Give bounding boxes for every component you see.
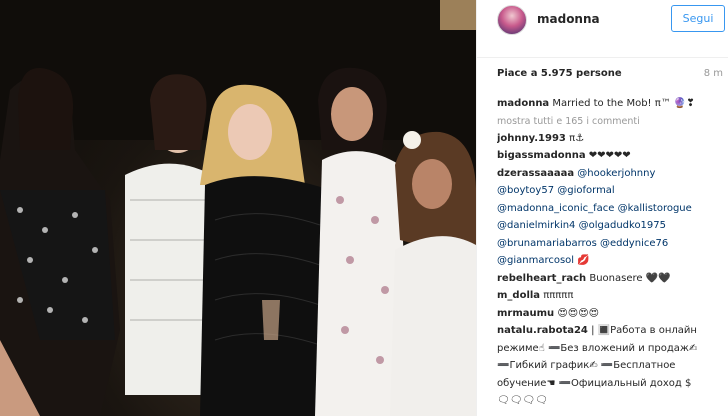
comment-mention[interactable]: @hookerjohnny	[577, 168, 655, 179]
comment-mention-line[interactable]: @gianmarcosol 💋	[497, 252, 725, 270]
comment: m_dolla πππππ	[497, 287, 725, 305]
author-username[interactable]: madonna	[537, 12, 600, 26]
comment-mention-line[interactable]: @brunamariabarros @eddynice76	[497, 235, 725, 253]
comment-text: Buonasere 🖤🖤	[589, 272, 671, 284]
photo-illustration	[0, 0, 476, 416]
caption-username[interactable]: madonna	[497, 98, 549, 109]
follow-button[interactable]: Segui	[671, 5, 725, 32]
comment: johnny.1993 π⚓	[497, 130, 725, 148]
comment-text: | 🔳Работа в онлайн	[591, 325, 697, 336]
comment: dzerassaaaaa @hookerjohnny	[497, 165, 725, 183]
comment-text-line: 🗨🗨🗨🗨	[497, 395, 548, 406]
view-all-comments-link[interactable]: mostra tutti e 165 i commenti	[497, 113, 725, 130]
post-timestamp[interactable]: 8 m	[704, 68, 723, 79]
comment-mention-line[interactable]: @danielmirkin4 @olgadudko1975	[497, 217, 725, 235]
caption-text: Married to the Mob! π™ 🔮❣	[552, 98, 695, 109]
comment-list: madonna Married to the Mob! π™ 🔮❣ mostra…	[497, 95, 725, 410]
avatar[interactable]	[497, 5, 527, 35]
comment: rebelheart_rach Buonasere 🖤🖤	[497, 270, 725, 288]
comment-username[interactable]: m_dolla	[497, 290, 540, 301]
comment-username[interactable]: mrmaumu	[497, 308, 554, 319]
comment: mrmaumu 😍😍😍😍	[497, 305, 725, 323]
likes-row: Piace a 5.975 persone 8 m	[497, 68, 723, 82]
caption: madonna Married to the Mob! π™ 🔮❣	[497, 95, 725, 113]
comment-username[interactable]: natalu.rabota24	[497, 325, 588, 336]
comment-text: π⚓	[569, 132, 585, 144]
comment-username[interactable]: bigassmadonna	[497, 150, 586, 161]
post-sidebar: madonna Segui Piace a 5.975 persone 8 m …	[476, 0, 728, 416]
comment: natalu.rabota24 | 🔳Работа в онлайн	[497, 322, 725, 340]
comment-mention-line[interactable]: @madonna_iconic_face @kallistorogue	[497, 200, 725, 218]
comment-text: 😍😍😍😍	[557, 307, 600, 319]
comment-mention-line[interactable]: @boytoy57 @gioformal	[497, 182, 725, 200]
comment-text-line: обучение☚ ➖Официальный доход $	[497, 377, 692, 389]
comment-text-line: ➖Гибкий график✍ ➖Бесплатное	[497, 360, 676, 371]
comment-text-line: режиме☝ ➖Без вложений и продаж✍	[497, 342, 698, 354]
comment-text: ❤❤❤❤❤	[588, 150, 631, 161]
likes-count[interactable]: Piace a 5.975 persone	[497, 68, 622, 79]
comment-username[interactable]: rebelheart_rach	[497, 273, 586, 284]
post-header: madonna Segui	[477, 0, 728, 58]
comment-username[interactable]: dzerassaaaaa	[497, 168, 574, 179]
comment-text: πππππ	[543, 290, 574, 301]
comment: bigassmadonna ❤❤❤❤❤	[497, 147, 725, 165]
post-photo[interactable]	[0, 0, 476, 416]
comment-username[interactable]: johnny.1993	[497, 133, 566, 144]
